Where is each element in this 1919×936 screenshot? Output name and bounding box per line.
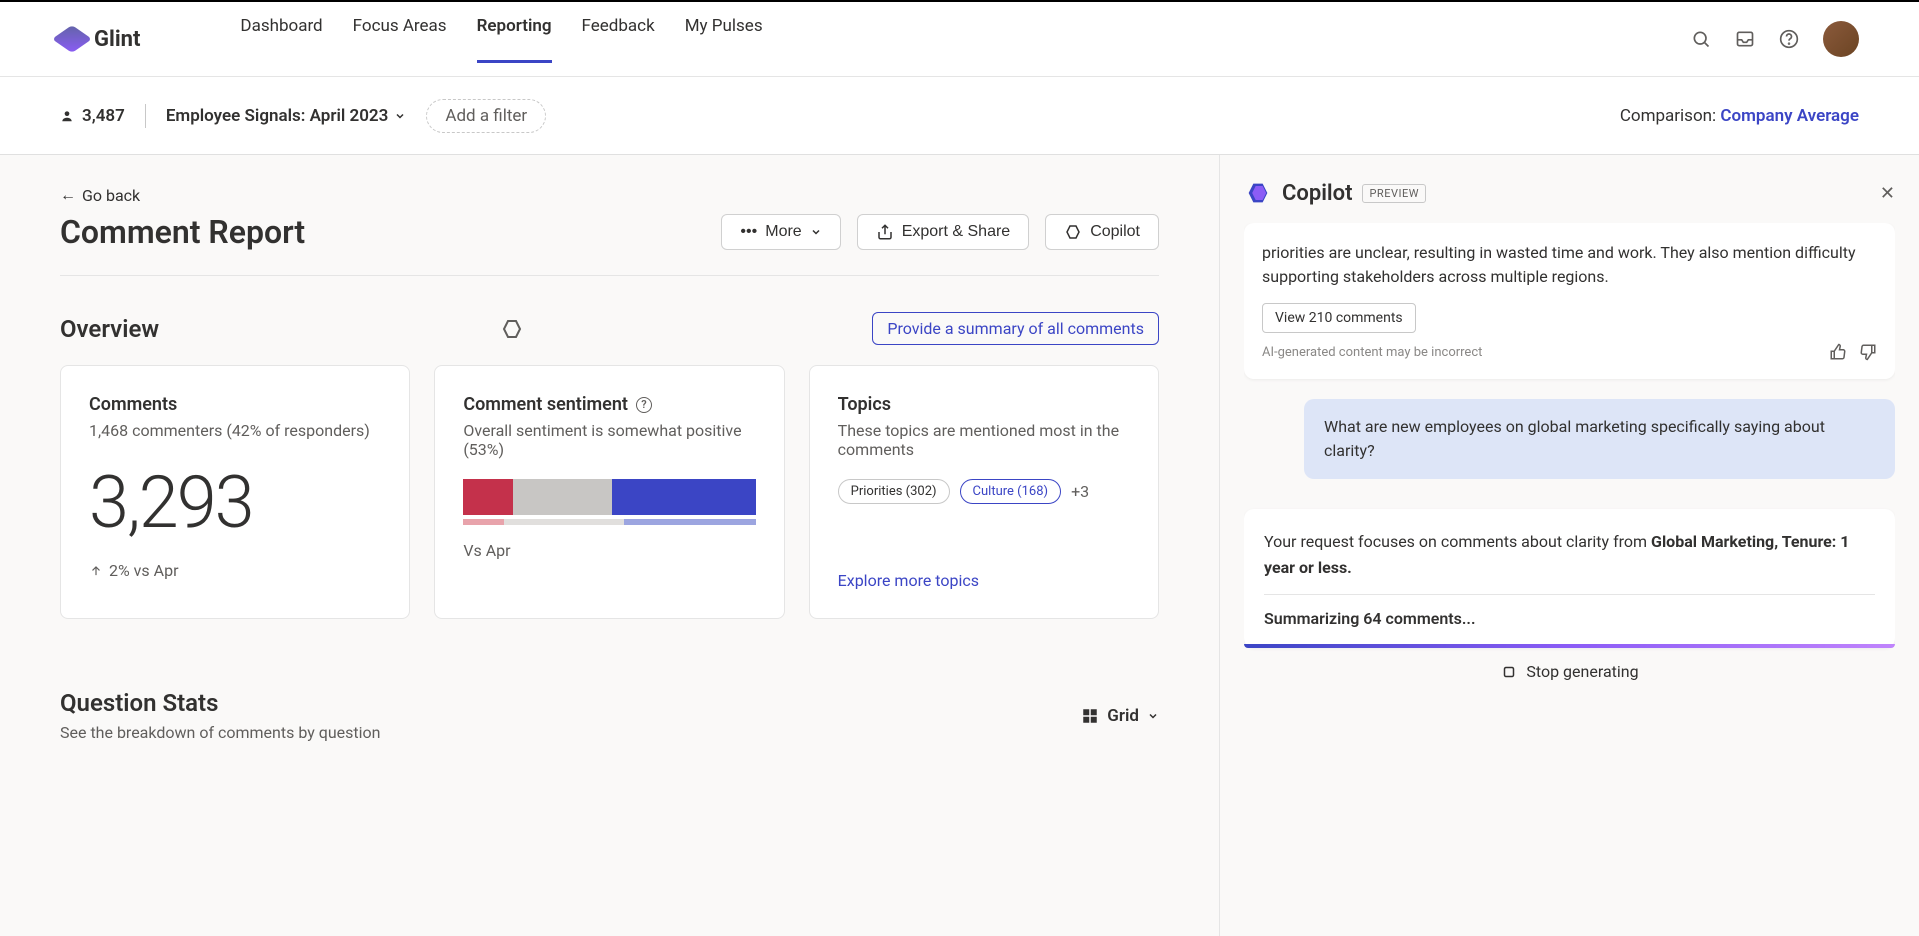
ai-response-text: priorities are unclear, resulting in was… xyxy=(1262,241,1877,289)
question-stats-sub: See the breakdown of comments by questio… xyxy=(60,723,381,742)
user-query: What are new employees on global marketi… xyxy=(1304,399,1895,479)
generating-prefix: Your request focuses on comments about c… xyxy=(1264,532,1651,551)
question-stats-title: Question Stats xyxy=(60,689,381,717)
overview-title: Overview xyxy=(60,315,159,343)
summarizing-text: Summarizing 64 comments... xyxy=(1264,609,1875,628)
divider xyxy=(60,275,1159,276)
brand-name: Glint xyxy=(94,27,140,52)
more-label: More xyxy=(765,223,801,241)
generating-text: Your request focuses on comments about c… xyxy=(1264,529,1875,580)
main-content: ← Go back Comment Report ••• More Export… xyxy=(0,155,1219,936)
topic-pill-culture[interactable]: Culture (168) xyxy=(960,479,1062,504)
pos-bar xyxy=(612,479,755,515)
comparison-label: Comparison: xyxy=(1620,106,1721,126)
comments-title: Comments xyxy=(89,394,381,415)
sentiment-card: Comment sentiment ? Overall sentiment is… xyxy=(434,365,784,619)
add-filter-button[interactable]: Add a filter xyxy=(426,99,546,133)
preview-badge: PREVIEW xyxy=(1362,184,1425,203)
view-comments-button[interactable]: View 210 comments xyxy=(1262,303,1416,333)
delta-text: 2% vs Apr xyxy=(109,561,179,580)
go-back-label: Go back xyxy=(82,186,140,205)
comments-delta: 2% vs Apr xyxy=(89,561,381,580)
progress-bar xyxy=(1244,644,1895,648)
copilot-icon xyxy=(1064,223,1082,241)
thumbs-down-icon[interactable] xyxy=(1859,343,1877,361)
sentiment-title: Comment sentiment xyxy=(463,394,628,415)
thumbs-up-icon[interactable] xyxy=(1829,343,1847,361)
logo[interactable]: Glint xyxy=(60,27,140,52)
pos-bar-prev xyxy=(624,519,756,525)
topic-pill-priorities[interactable]: Priorities (302) xyxy=(838,479,950,504)
chevron-down-icon xyxy=(394,110,406,122)
filter-bar: 3,487 Employee Signals: April 2023 Add a… xyxy=(0,77,1919,155)
ai-response: priorities are unclear, resulting in was… xyxy=(1244,223,1895,379)
summary-all-button[interactable]: Provide a summary of all comments xyxy=(872,312,1159,345)
logo-icon xyxy=(52,25,92,53)
topics-title: Topics xyxy=(838,394,1130,415)
survey-name: Employee Signals: April 2023 xyxy=(166,106,389,126)
close-icon[interactable]: ✕ xyxy=(1880,183,1895,204)
inbox-icon[interactable] xyxy=(1735,29,1755,49)
copilot-panel: Copilot PREVIEW ✕ priorities are unclear… xyxy=(1219,155,1919,936)
sentiment-vs: Vs Apr xyxy=(463,541,755,560)
main-header: Glint Dashboard Focus Areas Reporting Fe… xyxy=(0,0,1919,77)
copilot-button[interactable]: Copilot xyxy=(1045,214,1159,250)
copilot-icon xyxy=(500,317,524,341)
comparison-link[interactable]: Company Average xyxy=(1720,106,1859,126)
topics-sub: These topics are mentioned most in the c… xyxy=(838,421,1130,459)
copilot-logo-icon xyxy=(1244,179,1272,207)
view-toggle[interactable]: Grid xyxy=(1081,706,1159,726)
main-nav: Dashboard Focus Areas Reporting Feedback… xyxy=(240,16,762,63)
nav-dashboard[interactable]: Dashboard xyxy=(240,16,322,63)
more-button[interactable]: ••• More xyxy=(721,214,840,250)
export-label: Export & Share xyxy=(902,223,1011,241)
info-icon[interactable]: ? xyxy=(636,397,652,413)
ai-disclaimer: AI-generated content may be incorrect xyxy=(1262,345,1482,360)
respondent-count: 3,487 xyxy=(60,106,125,126)
comparison-display: Comparison: Company Average xyxy=(1620,106,1859,126)
arrow-left-icon: ← xyxy=(60,185,76,205)
divider xyxy=(1264,594,1875,595)
share-icon xyxy=(876,223,894,241)
nav-reporting[interactable]: Reporting xyxy=(477,16,552,63)
comments-card: Comments 1,468 commenters (42% of respon… xyxy=(60,365,410,619)
comments-count: 3,293 xyxy=(89,460,381,545)
page-title: Comment Report xyxy=(60,213,305,251)
neg-bar-prev xyxy=(463,519,504,525)
chevron-down-icon xyxy=(810,226,822,238)
divider xyxy=(145,104,146,128)
person-icon xyxy=(60,109,74,123)
neu-bar-prev xyxy=(504,519,624,525)
stop-generating-button[interactable]: Stop generating xyxy=(1244,648,1895,695)
grid-icon xyxy=(1081,707,1099,725)
user-avatar[interactable] xyxy=(1823,21,1859,57)
chevron-down-icon xyxy=(1147,710,1159,722)
copilot-title: Copilot xyxy=(1282,181,1352,206)
sentiment-sub: Overall sentiment is somewhat positive (… xyxy=(463,421,755,459)
copilot-label: Copilot xyxy=(1090,223,1140,241)
topics-more[interactable]: +3 xyxy=(1071,482,1089,501)
topics-card: Topics These topics are mentioned most i… xyxy=(809,365,1159,619)
export-share-button[interactable]: Export & Share xyxy=(857,214,1030,250)
ai-generating: Your request focuses on comments about c… xyxy=(1244,509,1895,648)
stop-label: Stop generating xyxy=(1526,662,1638,681)
arrow-up-icon xyxy=(89,564,103,578)
comments-sub: 1,468 commenters (42% of responders) xyxy=(89,421,381,440)
ellipsis-icon: ••• xyxy=(740,223,757,241)
go-back-link[interactable]: ← Go back xyxy=(60,185,1159,205)
nav-focus-areas[interactable]: Focus Areas xyxy=(353,16,447,63)
neg-bar xyxy=(463,479,513,515)
sentiment-chart xyxy=(463,479,755,525)
count-value: 3,487 xyxy=(82,106,125,126)
view-label: Grid xyxy=(1107,706,1139,726)
nav-my-pulses[interactable]: My Pulses xyxy=(685,16,763,63)
neu-bar xyxy=(513,479,612,515)
search-icon[interactable] xyxy=(1691,29,1711,49)
nav-feedback[interactable]: Feedback xyxy=(582,16,655,63)
stop-icon xyxy=(1500,663,1518,681)
survey-selector[interactable]: Employee Signals: April 2023 xyxy=(166,106,407,126)
help-icon[interactable] xyxy=(1779,29,1799,49)
explore-topics-link[interactable]: Explore more topics xyxy=(838,571,1130,590)
